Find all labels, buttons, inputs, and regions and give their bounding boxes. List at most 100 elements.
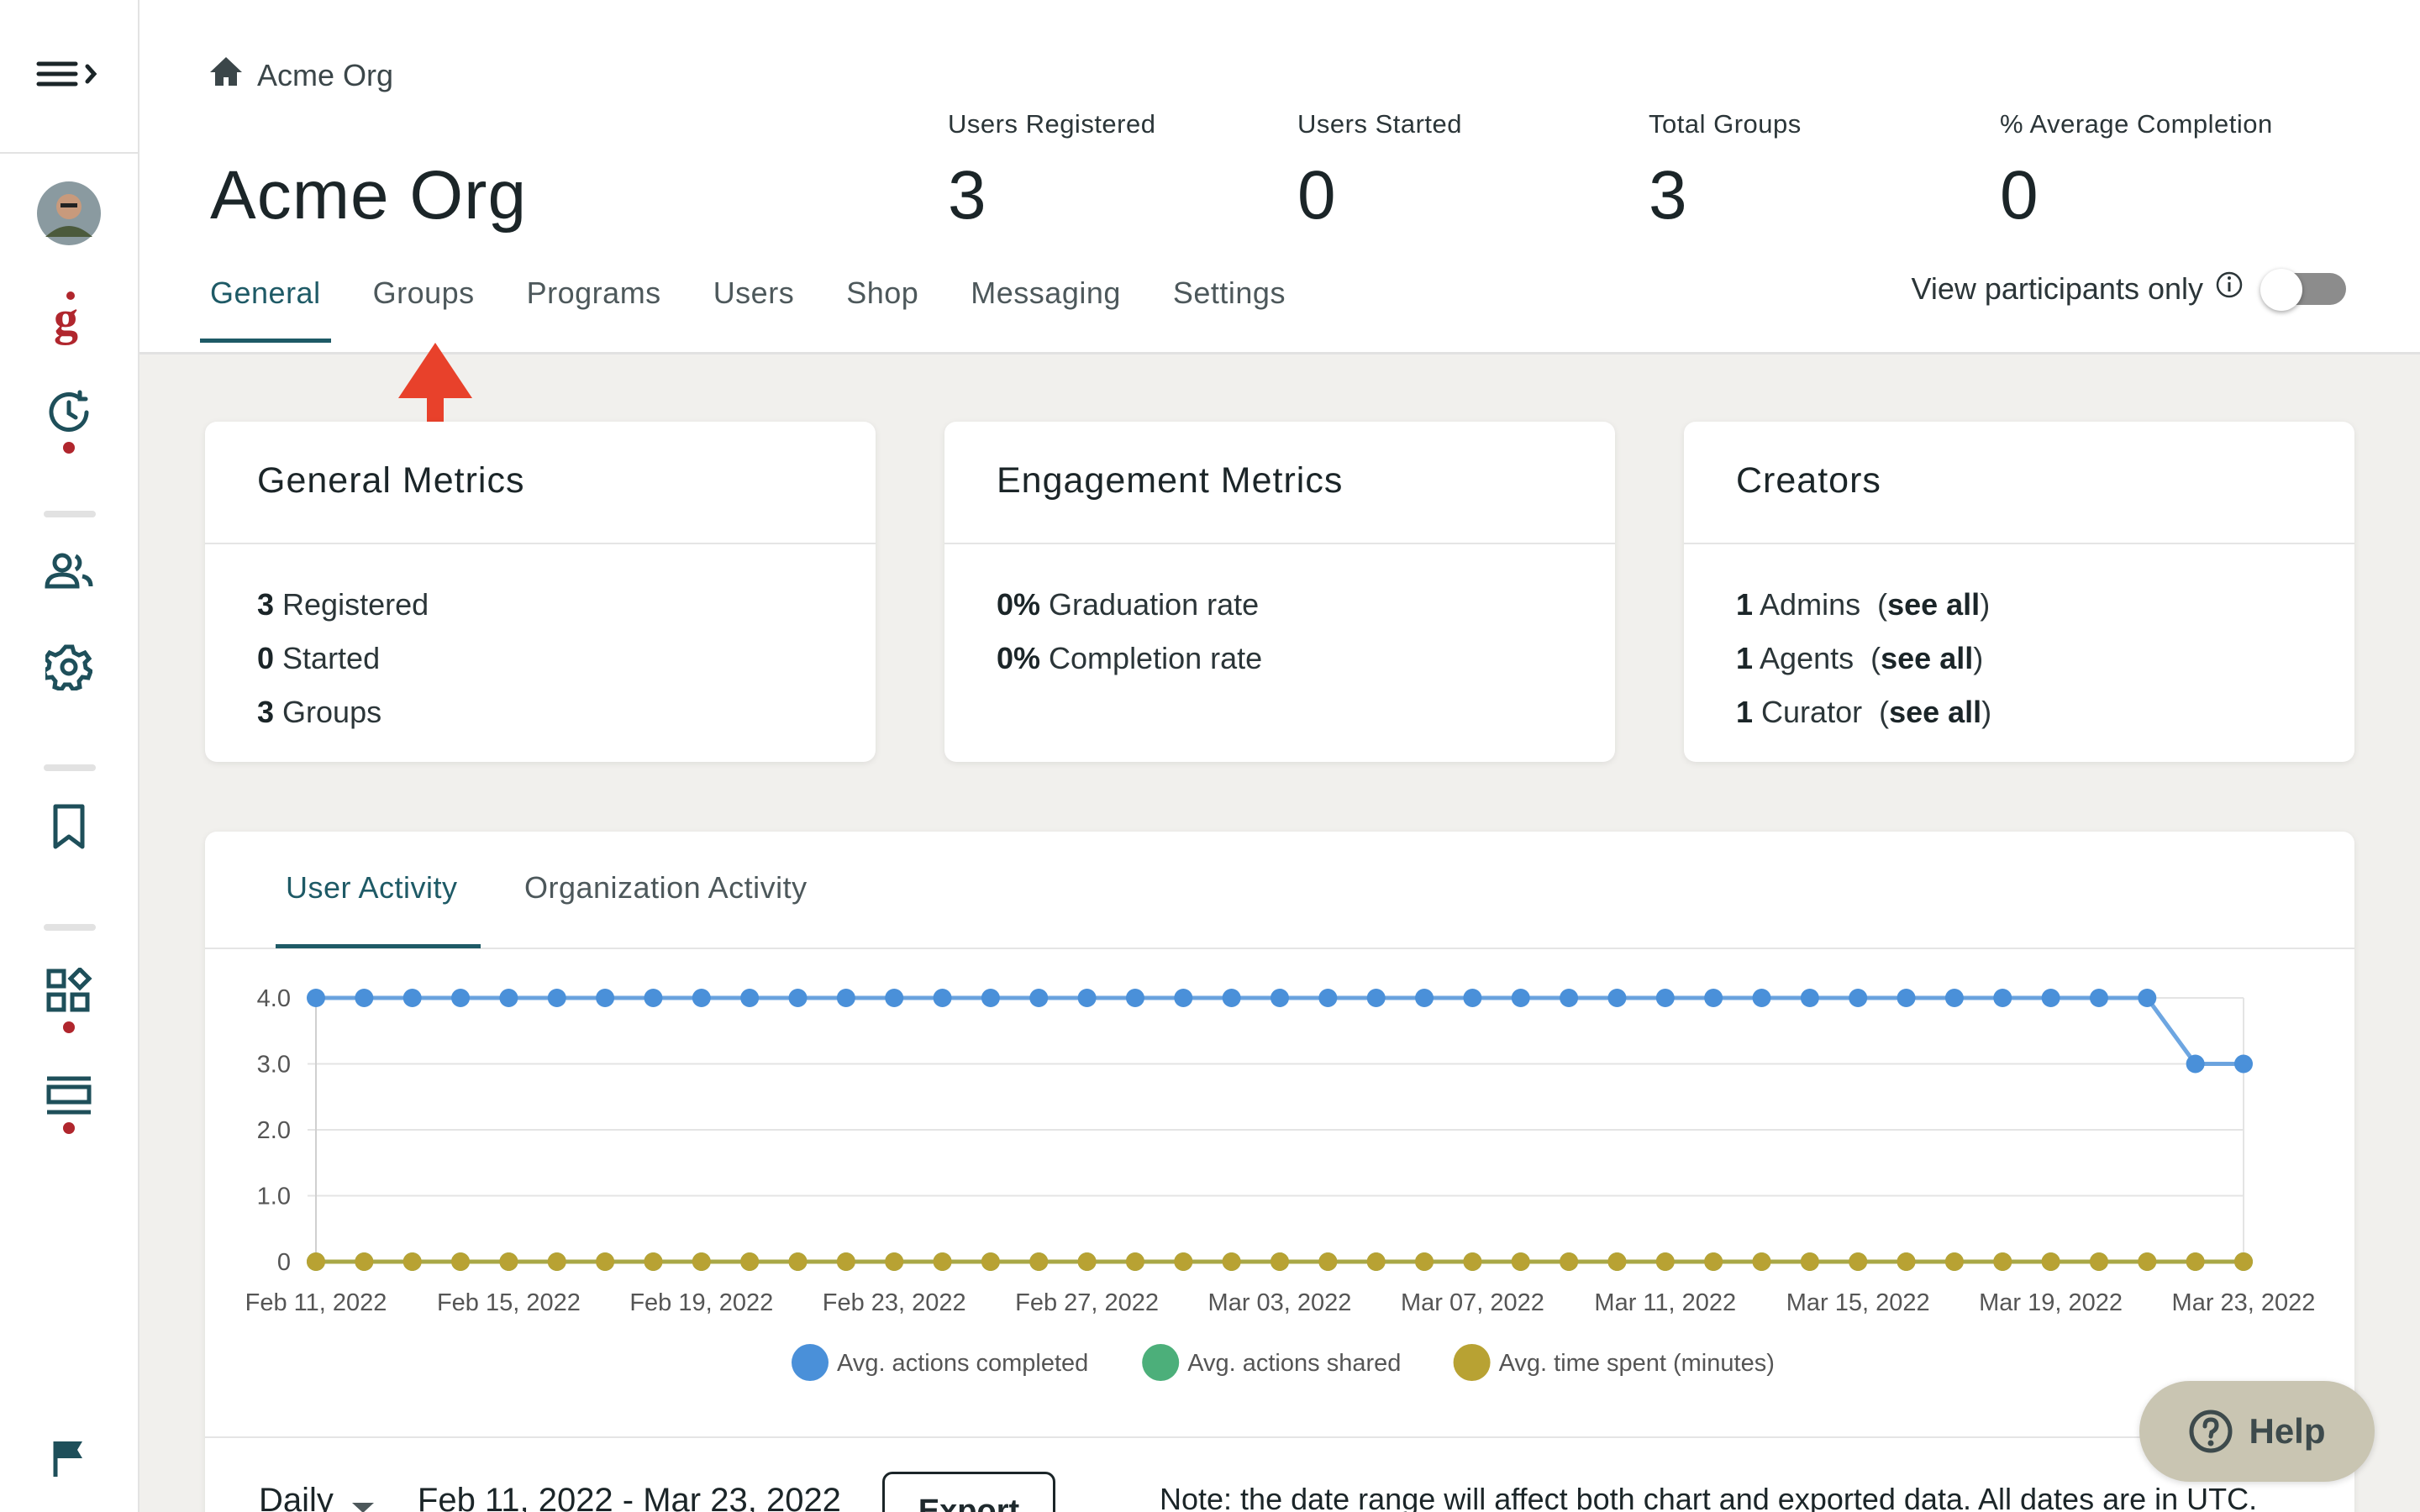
tab-settings[interactable]: Settings xyxy=(1173,269,1286,343)
data-point xyxy=(2041,989,2060,1007)
org-tabs: General Groups Programs Users Shop Messa… xyxy=(200,269,1338,343)
history-icon[interactable] xyxy=(46,390,92,454)
chart-controls: Daily Feb 11, 2022 - Mar 23, 2022 xyxy=(259,1478,856,1512)
data-point xyxy=(1560,1252,1579,1271)
stat-average-completion: % Average Completion 0 xyxy=(2000,109,2273,235)
x-tick-label: Feb 15, 2022 xyxy=(437,1289,581,1316)
x-tick-label: Mar 19, 2022 xyxy=(1979,1289,2123,1316)
data-point xyxy=(1125,1252,1144,1271)
data-point xyxy=(2234,1252,2253,1271)
data-point xyxy=(1993,1252,2012,1271)
series-line xyxy=(316,995,2244,1066)
tab-groups[interactable]: Groups xyxy=(373,269,475,343)
legend-swatch xyxy=(792,1344,829,1381)
see-all-link[interactable]: see all xyxy=(1887,587,1980,622)
stat-label: Users Started xyxy=(1297,109,1463,139)
data-point xyxy=(1752,989,1771,1007)
chevron-down-icon[interactable] xyxy=(351,1485,374,1512)
data-point xyxy=(788,1252,808,1271)
y-tick-label: 4.0 xyxy=(257,985,291,1012)
participants-filter: View participants only xyxy=(1911,268,2346,311)
layout-list-icon[interactable] xyxy=(45,1075,92,1134)
x-tick-label: Mar 11, 2022 xyxy=(1594,1289,1736,1316)
menu-expand-icon[interactable] xyxy=(35,57,103,95)
data-point xyxy=(1029,989,1049,1007)
tab-shop[interactable]: Shop xyxy=(846,269,918,343)
card-title: Engagement Metrics xyxy=(944,422,1615,544)
tab-organization-activity[interactable]: Organization Activity xyxy=(524,870,808,906)
data-point xyxy=(402,989,422,1007)
data-point xyxy=(2138,989,2157,1007)
data-point xyxy=(355,1252,374,1271)
data-point xyxy=(2089,1252,2108,1271)
legend-swatch xyxy=(1142,1344,1180,1381)
data-point xyxy=(1752,1252,1771,1271)
data-point xyxy=(788,989,808,1007)
user-activity-chart: 4.0 3.0 2.0 1.0 0 Feb 11, 2022 Feb 15, 2022 Feb… xyxy=(245,985,2315,1381)
data-point xyxy=(740,989,760,1007)
toggle-knob xyxy=(2260,268,2302,311)
stat-total-groups: Total Groups 3 xyxy=(1649,109,1802,235)
data-point xyxy=(596,1252,615,1271)
data-point xyxy=(1463,1252,1482,1271)
data-point xyxy=(885,989,904,1007)
legend-label: Avg. time spent (minutes) xyxy=(1499,1350,1775,1377)
engagement-metrics-card: Engagement Metrics 0% Graduation rate 0%… xyxy=(944,422,1615,762)
tab-messaging[interactable]: Messaging xyxy=(971,269,1121,343)
stat-value: 0 xyxy=(2000,157,2039,234)
participants-toggle[interactable] xyxy=(2260,268,2346,311)
data-point xyxy=(933,989,952,1007)
data-point xyxy=(451,989,471,1007)
breadcrumb-org[interactable]: Acme Org xyxy=(257,58,393,93)
data-point xyxy=(1511,989,1530,1007)
users-icon[interactable] xyxy=(44,551,94,591)
page-header: Acme Org Acme Org Users Registered 3 Use… xyxy=(139,0,2420,354)
tab-user-activity[interactable]: User Activity xyxy=(286,870,458,906)
data-point xyxy=(1560,989,1579,1007)
data-point xyxy=(836,989,855,1007)
home-icon[interactable] xyxy=(208,55,244,95)
data-point xyxy=(1029,1252,1049,1271)
flag-icon[interactable] xyxy=(50,1438,87,1478)
data-point xyxy=(1897,989,1916,1007)
data-point xyxy=(1704,989,1723,1007)
data-point xyxy=(1415,989,1434,1007)
data-point xyxy=(1077,989,1097,1007)
metric-row: 0% Graduation rate xyxy=(997,587,1260,622)
avatar[interactable] xyxy=(37,181,101,245)
stat-label: Users Registered xyxy=(948,109,1156,139)
sidebar: g xyxy=(0,0,139,1512)
x-tick-label: Feb 11, 2022 xyxy=(245,1289,387,1316)
see-all-link[interactable]: see all xyxy=(1889,695,1981,729)
data-point xyxy=(1222,989,1241,1007)
widgets-icon[interactable] xyxy=(45,968,92,1033)
metric-row: 0% Completion rate xyxy=(997,641,1263,675)
stat-users-registered: Users Registered 3 xyxy=(948,109,1155,235)
tab-general[interactable]: General xyxy=(200,269,331,343)
info-icon[interactable] xyxy=(2215,270,2244,307)
tab-programs[interactable]: Programs xyxy=(527,269,661,343)
data-point xyxy=(1511,1252,1530,1271)
gratitude-logo-icon[interactable]: g xyxy=(52,291,86,346)
data-point xyxy=(885,1252,904,1271)
data-point xyxy=(836,1252,855,1271)
tab-users[interactable]: Users xyxy=(713,269,795,343)
gear-icon[interactable] xyxy=(45,643,92,690)
creator-row: 1 Agents (see all) xyxy=(1736,641,1984,675)
data-point xyxy=(981,989,1000,1007)
x-tick-label: Feb 19, 2022 xyxy=(629,1289,773,1316)
svg-text:g: g xyxy=(54,291,78,345)
data-point xyxy=(499,989,518,1007)
help-button[interactable]: Help xyxy=(2139,1381,2375,1482)
bookmark-icon[interactable] xyxy=(50,803,87,850)
date-range-input[interactable]: Feb 11, 2022 - Mar 23, 2022 xyxy=(418,1482,856,1512)
data-point xyxy=(1849,989,1868,1007)
export-button[interactable]: Export xyxy=(882,1472,1055,1512)
data-point xyxy=(1270,989,1289,1007)
page-title: Acme Org xyxy=(210,157,528,234)
see-all-link[interactable]: see all xyxy=(1881,641,1973,675)
stat-value: 3 xyxy=(948,157,986,234)
card-title: General Metrics xyxy=(205,422,876,544)
interval-select[interactable]: Daily xyxy=(259,1482,334,1512)
data-point xyxy=(1800,989,1819,1007)
